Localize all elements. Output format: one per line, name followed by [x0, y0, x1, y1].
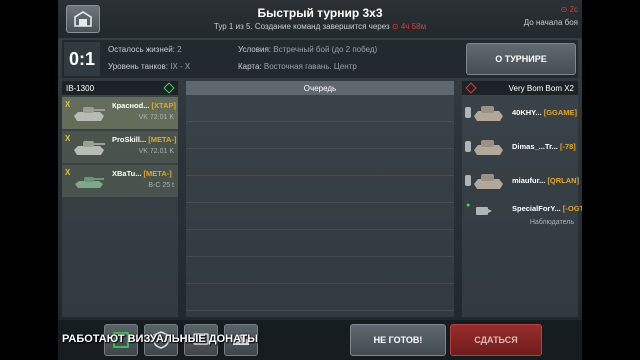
right-team-panel: Very Bom Bom X2 40KHY... [GGAME] Dimas_.…: [462, 81, 582, 317]
player-name: XBaTu... [META-]: [112, 169, 172, 178]
camera-icon: [476, 207, 492, 215]
conditions-value: Встречный бой (до 2 побед): [273, 45, 378, 54]
left-team-panel: IB-1300 X Краснod... [XTAP] VK 72.01 K X…: [62, 81, 178, 317]
online-status-icon: ●: [466, 202, 471, 209]
heavy-tank-icon: [474, 174, 503, 189]
map-value: Восточная гавань. Центр: [263, 62, 357, 71]
tier-mark: X: [65, 134, 71, 143]
lives-label: Осталось жизней:: [108, 45, 175, 54]
game-screen: Быстрый турнир 3x3 Тур 1 из 5. Создание …: [58, 0, 582, 360]
page-title: Быстрый турнир 3x3: [257, 6, 383, 20]
score: 0:1: [64, 42, 100, 76]
right-team-header: Very Bom Bom X2: [462, 81, 578, 95]
heavy-tank-icon: [474, 106, 503, 121]
player-name: Краснod... [XTAP]: [112, 101, 176, 110]
letterbox-left: [0, 0, 58, 360]
round-status-text: Тур 1 из 5. Создание команд завершится ч…: [213, 22, 390, 31]
vehicle-name: VK 72.01 K: [138, 148, 174, 155]
clock-icon: ⊙: [391, 22, 399, 31]
round-status: Тур 1 из 5. Создание команд завершится ч…: [58, 22, 582, 31]
spectator-slot[interactable]: ● SpecialForY... [-OGT-] Наблюдатель: [462, 199, 582, 231]
about-tournament-button[interactable]: О ТУРНИРЕ: [466, 43, 576, 75]
queue-list[interactable]: [186, 95, 454, 317]
vehicle-name: VK 72.01 K: [138, 114, 174, 121]
queue-header: Очередь: [186, 81, 454, 95]
player-name: Dimas_...Tr... [-78]: [512, 142, 576, 151]
battle-countdown: ⊙ 2с До начала боя: [524, 5, 578, 27]
player-name: miaufur... [QRLAN]: [512, 176, 580, 185]
team-marker-icon: [163, 82, 175, 94]
queue-panel: Очередь: [186, 81, 454, 317]
tier-row: Уровень танков: IX - X: [108, 62, 190, 71]
mobile-device-icon: [465, 107, 471, 118]
left-team-header: IB-1300: [62, 81, 178, 95]
heavy-tank-icon: [74, 107, 105, 121]
spectator-role: Наблюдатель: [529, 219, 574, 226]
tier-mark: X: [65, 100, 71, 109]
stream-overlay-text: РАБОТАЮТ ВИЗУАЛЬНЫЕ ДОНАТЫ: [62, 333, 258, 345]
battle-timer: 2с: [569, 5, 578, 14]
mobile-device-icon: [465, 175, 471, 186]
map-label: Карта:: [238, 62, 262, 71]
right-team-name: Very Bom Bom X2: [508, 83, 574, 93]
mobile-device-icon: [465, 141, 471, 152]
clock-icon: ⊙: [560, 5, 570, 14]
player-slot[interactable]: 40KHY... [GGAME]: [462, 97, 578, 129]
enemy-marker-icon: [465, 82, 477, 94]
tier-value: IX - X: [170, 62, 191, 71]
conditions-label: Условия:: [238, 45, 272, 54]
player-slot[interactable]: miaufur... [QRLAN]: [462, 165, 580, 197]
player-slot[interactable]: Dimas_...Tr... [-78]: [462, 131, 578, 163]
player-slot[interactable]: X Краснod... [XTAP] VK 72.01 K: [62, 97, 178, 129]
map-row: Карта: Восточная гавань. Центр: [238, 62, 357, 71]
conditions-row: Условия: Встречный бой (до 2 побед): [238, 45, 377, 54]
tier-mark: X: [65, 168, 71, 177]
player-name: ProSkill... [META-]: [112, 135, 177, 144]
player-slot[interactable]: X XBaTu... [META-] B-C 25 t: [62, 165, 178, 197]
team-timer: 4ч 58м: [400, 22, 427, 31]
left-team-name: IB-1300: [66, 83, 95, 93]
battle-timer-label: До начала боя: [523, 18, 578, 27]
letterbox-right: [582, 0, 640, 360]
spectator-name: SpecialForY... [-OGT-]: [512, 204, 582, 213]
tier-label: Уровень танков:: [108, 62, 168, 71]
heavy-tank-icon: [74, 141, 105, 155]
heavy-tank-icon: [474, 140, 503, 155]
not-ready-button[interactable]: НЕ ГОТОВ!: [350, 324, 446, 356]
surrender-button[interactable]: СДАТЬСЯ: [450, 324, 542, 356]
player-slot[interactable]: X ProSkill... [META-] VK 72.01 K: [62, 131, 178, 163]
lives-value: 2: [177, 45, 182, 54]
medium-tank-icon: [75, 177, 104, 188]
top-bar: Быстрый турнир 3x3 Тур 1 из 5. Создание …: [58, 0, 582, 38]
vehicle-name: B-C 25 t: [148, 182, 174, 189]
tournament-info: 0:1 Осталось жизней: 2 Уровень танков: I…: [62, 40, 578, 78]
lives-row: Осталось жизней: 2: [108, 45, 182, 54]
player-name: 40KHY... [GGAME]: [512, 108, 578, 117]
